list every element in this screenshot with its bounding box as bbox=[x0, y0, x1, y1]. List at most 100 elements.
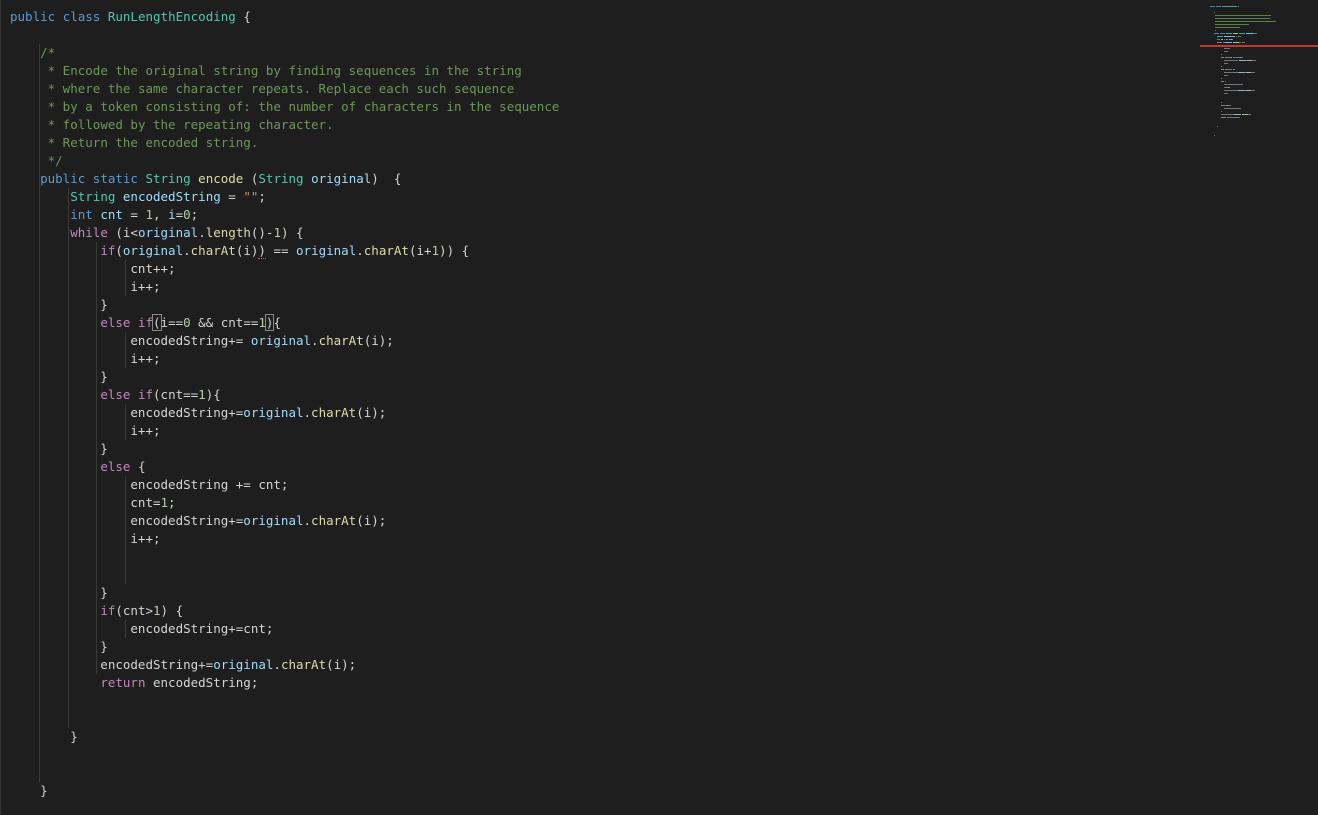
code-token: encodedString+= bbox=[10, 657, 214, 672]
code-line[interactable]: encodedString+=original.charAt(i); bbox=[10, 404, 386, 422]
minimap-segment bbox=[1224, 39, 1226, 40]
code-token: * followed by the repeating character. bbox=[40, 117, 334, 132]
code-line[interactable]: * followed by the repeating character. bbox=[10, 116, 334, 134]
code-token: && cnt== bbox=[190, 315, 259, 330]
code-token: encodedString += cnt; bbox=[10, 477, 289, 492]
code-line[interactable]: i++; bbox=[10, 278, 160, 296]
code-line[interactable]: i++; bbox=[10, 350, 161, 368]
code-line[interactable]: */ bbox=[10, 152, 63, 170]
minimap-segment bbox=[1220, 69, 1225, 70]
code-token: if bbox=[100, 243, 116, 258]
code-token: class bbox=[62, 9, 101, 24]
code-token: /* bbox=[40, 45, 56, 60]
minimap-segment bbox=[1216, 6, 1221, 7]
code-token: i== bbox=[160, 315, 184, 330]
code-token: * by a token consisting of: the number o… bbox=[40, 99, 560, 114]
minimap-segment bbox=[1246, 33, 1254, 34]
code-line[interactable]: while (i<original.length()-1) { bbox=[10, 224, 303, 242]
code-line[interactable]: * Encode the original string by finding … bbox=[10, 62, 522, 80]
code-line[interactable]: /* bbox=[10, 44, 55, 62]
code-line[interactable]: } bbox=[10, 440, 108, 458]
code-line[interactable]: * Return the encoded string. bbox=[10, 134, 259, 152]
code-token: . bbox=[311, 333, 319, 348]
minimap-segment bbox=[1224, 75, 1228, 76]
minimap-segment bbox=[1210, 6, 1216, 7]
code-token: encodedString+= bbox=[10, 405, 244, 420]
code-token: 1 bbox=[258, 315, 266, 330]
code-token: (i); bbox=[363, 333, 394, 348]
code-line[interactable]: } bbox=[10, 638, 108, 656]
code-token: cnt++; bbox=[10, 261, 176, 276]
code-token: { bbox=[273, 315, 281, 330]
code-line[interactable]: if(original.charAt(i)) == original.charA… bbox=[10, 242, 469, 260]
minimap-segment bbox=[1242, 42, 1246, 43]
code-token: ; bbox=[258, 189, 266, 204]
code-line[interactable]: encodedString+=original.charAt(i); bbox=[10, 512, 386, 530]
code-line[interactable]: * by a token consisting of: the number o… bbox=[10, 98, 560, 116]
minimap-segment bbox=[1227, 39, 1228, 40]
code-token: 1 bbox=[160, 495, 169, 510]
code-token: } bbox=[10, 585, 108, 600]
code-line[interactable]: i++; bbox=[10, 422, 160, 440]
minimap-segment bbox=[1226, 33, 1232, 34]
code-line[interactable]: encodedString+=cnt; bbox=[10, 620, 273, 638]
code-line[interactable]: cnt++; bbox=[10, 260, 176, 278]
minimap-segment bbox=[1220, 54, 1222, 55]
code-token: } bbox=[10, 639, 108, 654]
code-editor[interactable]: public class RunLengthEncoding { /* * En… bbox=[0, 0, 1201, 815]
code-line[interactable]: public class RunLengthEncoding { bbox=[10, 8, 251, 26]
code-line[interactable]: encodedString += cnt; bbox=[10, 476, 288, 494]
code-token: (cnt> bbox=[115, 603, 154, 618]
code-line[interactable]: } bbox=[10, 728, 78, 746]
minimap-segment bbox=[1224, 60, 1238, 61]
code-line[interactable]: } bbox=[10, 296, 108, 314]
code-line[interactable]: } bbox=[10, 782, 48, 800]
code-line[interactable]: else if(cnt==1){ bbox=[10, 386, 220, 404]
code-token: ( bbox=[152, 314, 162, 331]
code-token: (i) bbox=[235, 243, 259, 258]
minimap-segment bbox=[1213, 33, 1219, 34]
code-line[interactable]: } bbox=[10, 584, 108, 602]
minimap-segment bbox=[1241, 57, 1243, 58]
code-line[interactable]: } bbox=[10, 368, 108, 386]
code-line[interactable]: encodedString+=original.charAt(i); bbox=[10, 656, 356, 674]
minimap-segment bbox=[1220, 117, 1227, 118]
code-line[interactable]: else { bbox=[10, 458, 145, 476]
minimap-segment bbox=[1224, 51, 1228, 52]
minimap-segment bbox=[1217, 126, 1219, 127]
code-token: i++; bbox=[10, 351, 161, 366]
code-line[interactable]: i++; bbox=[10, 530, 160, 548]
minimap-segment bbox=[1220, 111, 1222, 112]
minimap-segment bbox=[1217, 39, 1220, 40]
code-line[interactable]: String encodedString = ""; bbox=[10, 188, 266, 206]
minimap-segment bbox=[1239, 33, 1246, 34]
code-token: i bbox=[168, 207, 176, 222]
code-token: 1 bbox=[273, 225, 281, 240]
code-token: ) bbox=[258, 243, 266, 259]
code-token: = bbox=[220, 189, 244, 204]
code-token: if bbox=[137, 387, 154, 402]
code-token: original bbox=[213, 657, 274, 672]
code-token: ( bbox=[243, 171, 259, 186]
code-line[interactable]: cnt=1; bbox=[10, 494, 175, 512]
code-line[interactable]: public static String encode (String orig… bbox=[10, 170, 401, 188]
code-line[interactable]: else if(i==0 && cnt==1){ bbox=[10, 314, 281, 332]
code-token: } bbox=[10, 783, 48, 798]
minimap-segment bbox=[1238, 60, 1246, 61]
code-token: encodedString+=cnt; bbox=[10, 621, 274, 636]
minimap-segment bbox=[1220, 66, 1222, 67]
minimap-segment bbox=[1213, 12, 1216, 13]
code-token: } bbox=[10, 729, 78, 744]
minimap[interactable] bbox=[1200, 0, 1318, 815]
code-token: String bbox=[258, 171, 304, 186]
code-line[interactable]: return encodedString; bbox=[10, 674, 258, 692]
minimap-segment bbox=[1214, 30, 1217, 31]
code-token: } bbox=[10, 297, 108, 312]
indent-guide bbox=[67, 188, 69, 728]
code-token: length bbox=[205, 225, 251, 240]
code-line[interactable]: * where the same character repeats. Repl… bbox=[10, 80, 515, 98]
